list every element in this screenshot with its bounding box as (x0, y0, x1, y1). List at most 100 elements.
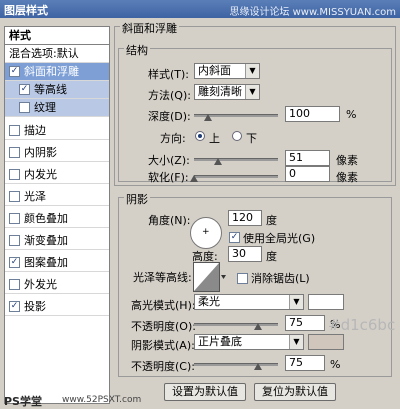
direction-up-radio[interactable] (195, 131, 205, 141)
sidebar-item-contour[interactable]: ✓ 等高线 (5, 81, 109, 99)
highlight-opacity-thumb[interactable] (254, 323, 262, 330)
angle-unit: 度 (266, 214, 277, 227)
angle-input[interactable]: 120 (228, 210, 262, 226)
depth-input[interactable]: 100 (285, 106, 340, 122)
blend-options-item[interactable]: 混合选项:默认 (5, 45, 109, 63)
bevel-emboss-title: 斜面和浮雕 (120, 20, 179, 36)
angle-dial[interactable]: + (190, 217, 222, 249)
depth-label: 深度(D): (148, 110, 191, 123)
sidebar-item-satin[interactable]: 光泽 (5, 188, 109, 206)
set-default-button[interactable]: 设置为默认值 (164, 383, 246, 401)
chevron-down-icon: ▼ (289, 335, 303, 349)
checkbox-stroke[interactable] (9, 124, 20, 136)
direction-down-label: 下 (246, 132, 257, 145)
checkbox-pattern-overlay[interactable]: ✓ (9, 256, 20, 268)
sidebar-item-label: 描边 (24, 124, 46, 137)
styles-header[interactable]: 样式 (5, 27, 109, 45)
checkbox-satin[interactable] (9, 190, 20, 202)
technique-label: 方法(Q): (148, 89, 191, 102)
direction-down-radio[interactable] (232, 131, 242, 141)
style-value: 内斜面 (198, 64, 231, 77)
title-bar: 图层样式 思缘设计论坛 www.MISSYUAN.com (0, 0, 400, 18)
depth-slider-thumb[interactable] (204, 114, 212, 121)
shadow-opacity-thumb[interactable] (254, 363, 262, 370)
highlight-opacity-label: 不透明度(O): (131, 320, 196, 333)
sidebar-item-inner-glow[interactable]: 内发光 (5, 166, 109, 184)
sidebar-item-label: 纹理 (34, 101, 56, 114)
sidebar-item-label: 图案叠加 (24, 256, 68, 269)
highlight-mode-select[interactable]: 柔光 ▼ (194, 294, 304, 310)
soften-slider[interactable] (194, 175, 278, 178)
soften-unit: 像素 (336, 171, 358, 184)
window-title: 图层样式 (4, 4, 48, 17)
shadow-mode-select[interactable]: 正片叠底 ▼ (194, 334, 304, 350)
structure-title: 结构 (124, 42, 150, 58)
chevron-down-icon: ▼ (245, 64, 259, 78)
sidebar-item-label: 颜色叠加 (24, 212, 68, 225)
soften-input[interactable]: 0 (285, 166, 330, 182)
size-label: 大小(Z): (148, 154, 190, 167)
gloss-contour-picker[interactable] (193, 262, 227, 292)
checkbox-contour[interactable]: ✓ (19, 83, 30, 95)
shadow-opacity-slider[interactable] (194, 363, 278, 366)
soften-slider-thumb[interactable] (190, 175, 198, 182)
checkbox-drop-shadow[interactable]: ✓ (9, 300, 20, 312)
checkbox-color-overlay[interactable] (9, 212, 20, 224)
direction-up-label: 上 (209, 132, 220, 145)
altitude-unit: 度 (266, 250, 277, 263)
sidebar-item-drop-shadow[interactable]: ✓ 投影 (5, 298, 109, 316)
checkbox-texture[interactable] (19, 101, 30, 113)
shadow-opacity-input[interactable]: 75 (285, 355, 325, 371)
technique-value: 雕刻清晰 (198, 85, 242, 98)
style-select[interactable]: 内斜面 ▼ (194, 63, 260, 79)
size-slider[interactable] (194, 158, 278, 161)
styles-list: 样式 混合选项:默认 ✓ 斜面和浮雕 ✓ 等高线 纹理 描边 内阴影 内发光 光泽 … (4, 26, 110, 404)
gloss-contour-label: 光泽等高线: (133, 271, 192, 284)
contour-curve-icon (193, 262, 226, 292)
sidebar-item-outer-glow[interactable]: 外发光 (5, 276, 109, 294)
shadow-mode-label: 阴影模式(A): (131, 339, 195, 352)
checkbox-inner-glow[interactable] (9, 168, 20, 180)
sidebar-item-bevel[interactable]: ✓ 斜面和浮雕 (5, 63, 109, 81)
depth-unit: % (346, 108, 357, 121)
antialias-label: 消除锯齿(L) (251, 272, 310, 285)
sidebar-item-label: 投影 (24, 300, 46, 313)
chevron-down-icon: ▼ (289, 295, 303, 309)
soften-label: 软化(F): (148, 171, 189, 184)
size-input[interactable]: 51 (285, 150, 330, 166)
reset-default-button[interactable]: 复位为默认值 (254, 383, 336, 401)
sidebar-item-pattern-overlay[interactable]: ✓ 图案叠加 (5, 254, 109, 272)
sidebar-item-label: 光泽 (24, 190, 46, 203)
sidebar-item-texture[interactable]: 纹理 (5, 99, 109, 117)
antialias-checkbox[interactable] (237, 273, 248, 284)
global-light-label: 使用全局光(G) (243, 232, 316, 245)
global-light-checkbox[interactable]: ✓ (229, 232, 240, 243)
direction-label: 方向: (160, 132, 186, 145)
highlight-opacity-input[interactable]: 75 (285, 315, 325, 331)
highlight-mode-label: 高光模式(H): (131, 299, 196, 312)
technique-select[interactable]: 雕刻清晰 ▼ (194, 84, 260, 100)
angle-label: 角度(N): (148, 214, 191, 227)
shading-title: 阴影 (124, 191, 150, 207)
footer-site: www.52PSXT.com (62, 395, 142, 405)
checkbox-gradient-overlay[interactable] (9, 234, 20, 246)
sidebar-item-label: 等高线 (34, 83, 67, 96)
shadow-mode-value: 正片叠底 (198, 335, 242, 348)
highlight-color-swatch[interactable] (308, 294, 344, 310)
shadow-color-swatch[interactable] (308, 334, 344, 350)
checkbox-outer-glow[interactable] (9, 278, 20, 290)
sidebar-item-inner-shadow[interactable]: 内阴影 (5, 144, 109, 162)
checkbox-bevel[interactable]: ✓ (9, 65, 20, 77)
shadow-opacity-label: 不透明度(C): (131, 360, 195, 373)
checkbox-inner-shadow[interactable] (9, 146, 20, 158)
shadow-opacity-unit: % (330, 358, 341, 371)
sidebar-item-stroke[interactable]: 描边 (5, 122, 109, 140)
size-slider-thumb[interactable] (214, 158, 222, 165)
sidebar-item-label: 内阴影 (24, 146, 57, 159)
sidebar-item-color-overlay[interactable]: 颜色叠加 (5, 210, 109, 228)
altitude-input[interactable]: 30 (228, 246, 262, 262)
sidebar-item-gradient-overlay[interactable]: 渐变叠加 (5, 232, 109, 250)
highlight-opacity-slider[interactable] (194, 323, 278, 326)
style-label: 样式(T): (148, 68, 190, 81)
sidebar-item-label: 内发光 (24, 168, 57, 181)
